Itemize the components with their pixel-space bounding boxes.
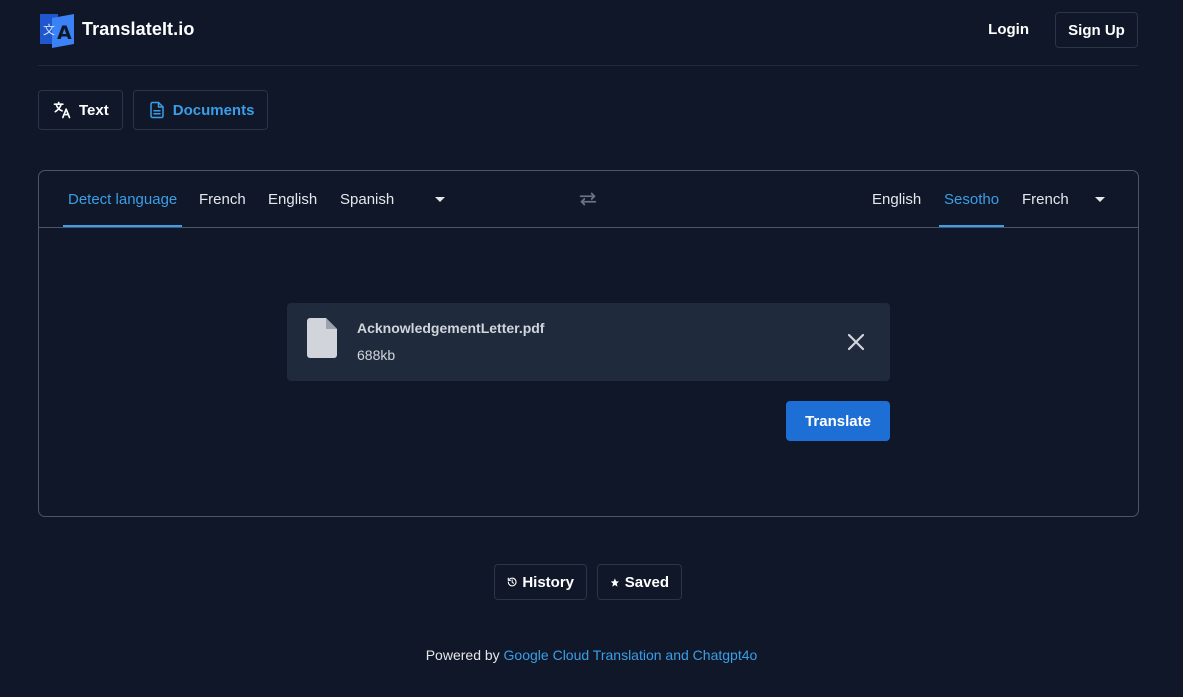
footer-link[interactable]: Google Cloud Translation and Chatgpt4o: [504, 647, 758, 663]
tab-text-label: Text: [79, 101, 109, 119]
saved-button[interactable]: Saved: [597, 564, 682, 600]
language-bar: Detect language French English Spanish E…: [39, 171, 1138, 228]
saved-label: Saved: [624, 573, 669, 591]
document-icon: [149, 101, 164, 119]
star-icon: [610, 577, 619, 587]
logo-icon: 文 A: [40, 14, 74, 48]
translation-panel: Detect language French English Spanish E…: [38, 170, 1139, 517]
target-lang-dropdown-icon[interactable]: [1092, 191, 1108, 207]
uploaded-file-card: AcknowledgementLetter.pdf 688kb: [287, 303, 890, 381]
footer: Powered by Google Cloud Translation and …: [0, 647, 1183, 663]
history-button[interactable]: History: [494, 564, 587, 600]
swap-languages-icon[interactable]: [577, 188, 599, 210]
tab-text[interactable]: Text: [38, 90, 123, 130]
mode-tabs: Text Documents: [38, 90, 269, 130]
remove-file-close-icon[interactable]: [846, 332, 866, 352]
bottom-actions: History Saved: [494, 564, 682, 600]
source-lang-detect[interactable]: Detect language: [62, 171, 183, 227]
history-label: History: [522, 573, 574, 591]
translate-button[interactable]: Translate: [786, 401, 890, 441]
header: 文 A TranslateIt.io Login Sign Up: [38, 0, 1138, 66]
brand-logo[interactable]: 文 A TranslateIt.io: [38, 10, 194, 48]
translate-icon: [53, 101, 71, 119]
source-lang-spanish[interactable]: Spanish: [340, 171, 394, 227]
svg-text:A: A: [57, 22, 72, 44]
target-lang-sesotho[interactable]: Sesotho: [938, 171, 1005, 227]
source-lang-english[interactable]: English: [268, 171, 317, 227]
source-lang-dropdown-icon[interactable]: [432, 191, 448, 207]
tab-documents[interactable]: Documents: [132, 90, 269, 130]
history-icon: [507, 577, 517, 587]
footer-prefix: Powered by: [425, 647, 500, 663]
brand-name: TranslateIt.io: [82, 18, 195, 39]
login-button[interactable]: Login: [983, 12, 1034, 47]
file-name: AcknowledgementLetter.pdf: [357, 320, 545, 336]
source-lang-french[interactable]: French: [199, 171, 246, 227]
file-size: 688kb: [357, 347, 396, 363]
file-icon: [307, 318, 337, 358]
sign-up-button[interactable]: Sign Up: [1055, 12, 1138, 48]
tab-documents-label: Documents: [172, 101, 255, 119]
target-lang-french[interactable]: French: [1022, 171, 1069, 227]
target-lang-english[interactable]: English: [872, 171, 921, 227]
svg-text:文: 文: [43, 22, 55, 37]
